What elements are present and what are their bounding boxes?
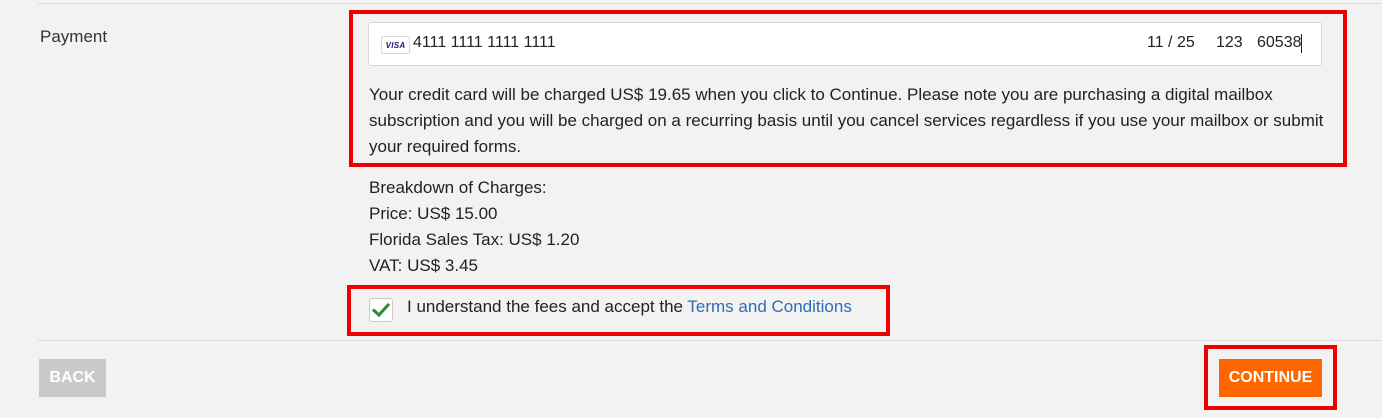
breakdown-heading: Breakdown of Charges:	[369, 178, 547, 197]
terms-statement: I understand the fees and accept the Ter…	[407, 297, 852, 317]
terms-text: I understand the fees and accept the	[407, 297, 688, 316]
continue-button[interactable]: CONTINUE	[1219, 359, 1322, 397]
checkmark-icon	[372, 302, 390, 318]
card-cvc-value[interactable]: 123	[1216, 34, 1243, 52]
card-expiry-value[interactable]: 11 / 25	[1147, 34, 1195, 52]
breakdown-price: Price: US$ 15.00	[369, 204, 498, 223]
card-zip-value[interactable]: 60538	[1257, 34, 1302, 52]
card-number-value[interactable]: 4111 1111 1111 1111	[413, 34, 556, 52]
breakdown-vat: VAT: US$ 3.45	[369, 256, 478, 275]
breakdown-tax: Florida Sales Tax: US$ 1.20	[369, 230, 580, 249]
payment-label: Payment	[40, 27, 108, 46]
bottom-divider	[38, 340, 1382, 341]
terms-checkbox[interactable]	[369, 298, 393, 322]
back-button[interactable]: BACK	[39, 359, 106, 397]
text-caret	[1301, 34, 1302, 53]
card-input-field[interactable]: VISA 4111 1111 1111 1111 11 / 25 123 605…	[368, 22, 1322, 66]
charge-notice: Your credit card will be charged US$ 19.…	[369, 85, 1324, 156]
visa-icon: VISA	[381, 36, 410, 54]
top-divider	[38, 3, 1382, 4]
terms-link[interactable]: Terms and Conditions	[687, 297, 851, 316]
charges-breakdown: Breakdown of Charges: Price: US$ 15.00 F…	[369, 175, 579, 279]
